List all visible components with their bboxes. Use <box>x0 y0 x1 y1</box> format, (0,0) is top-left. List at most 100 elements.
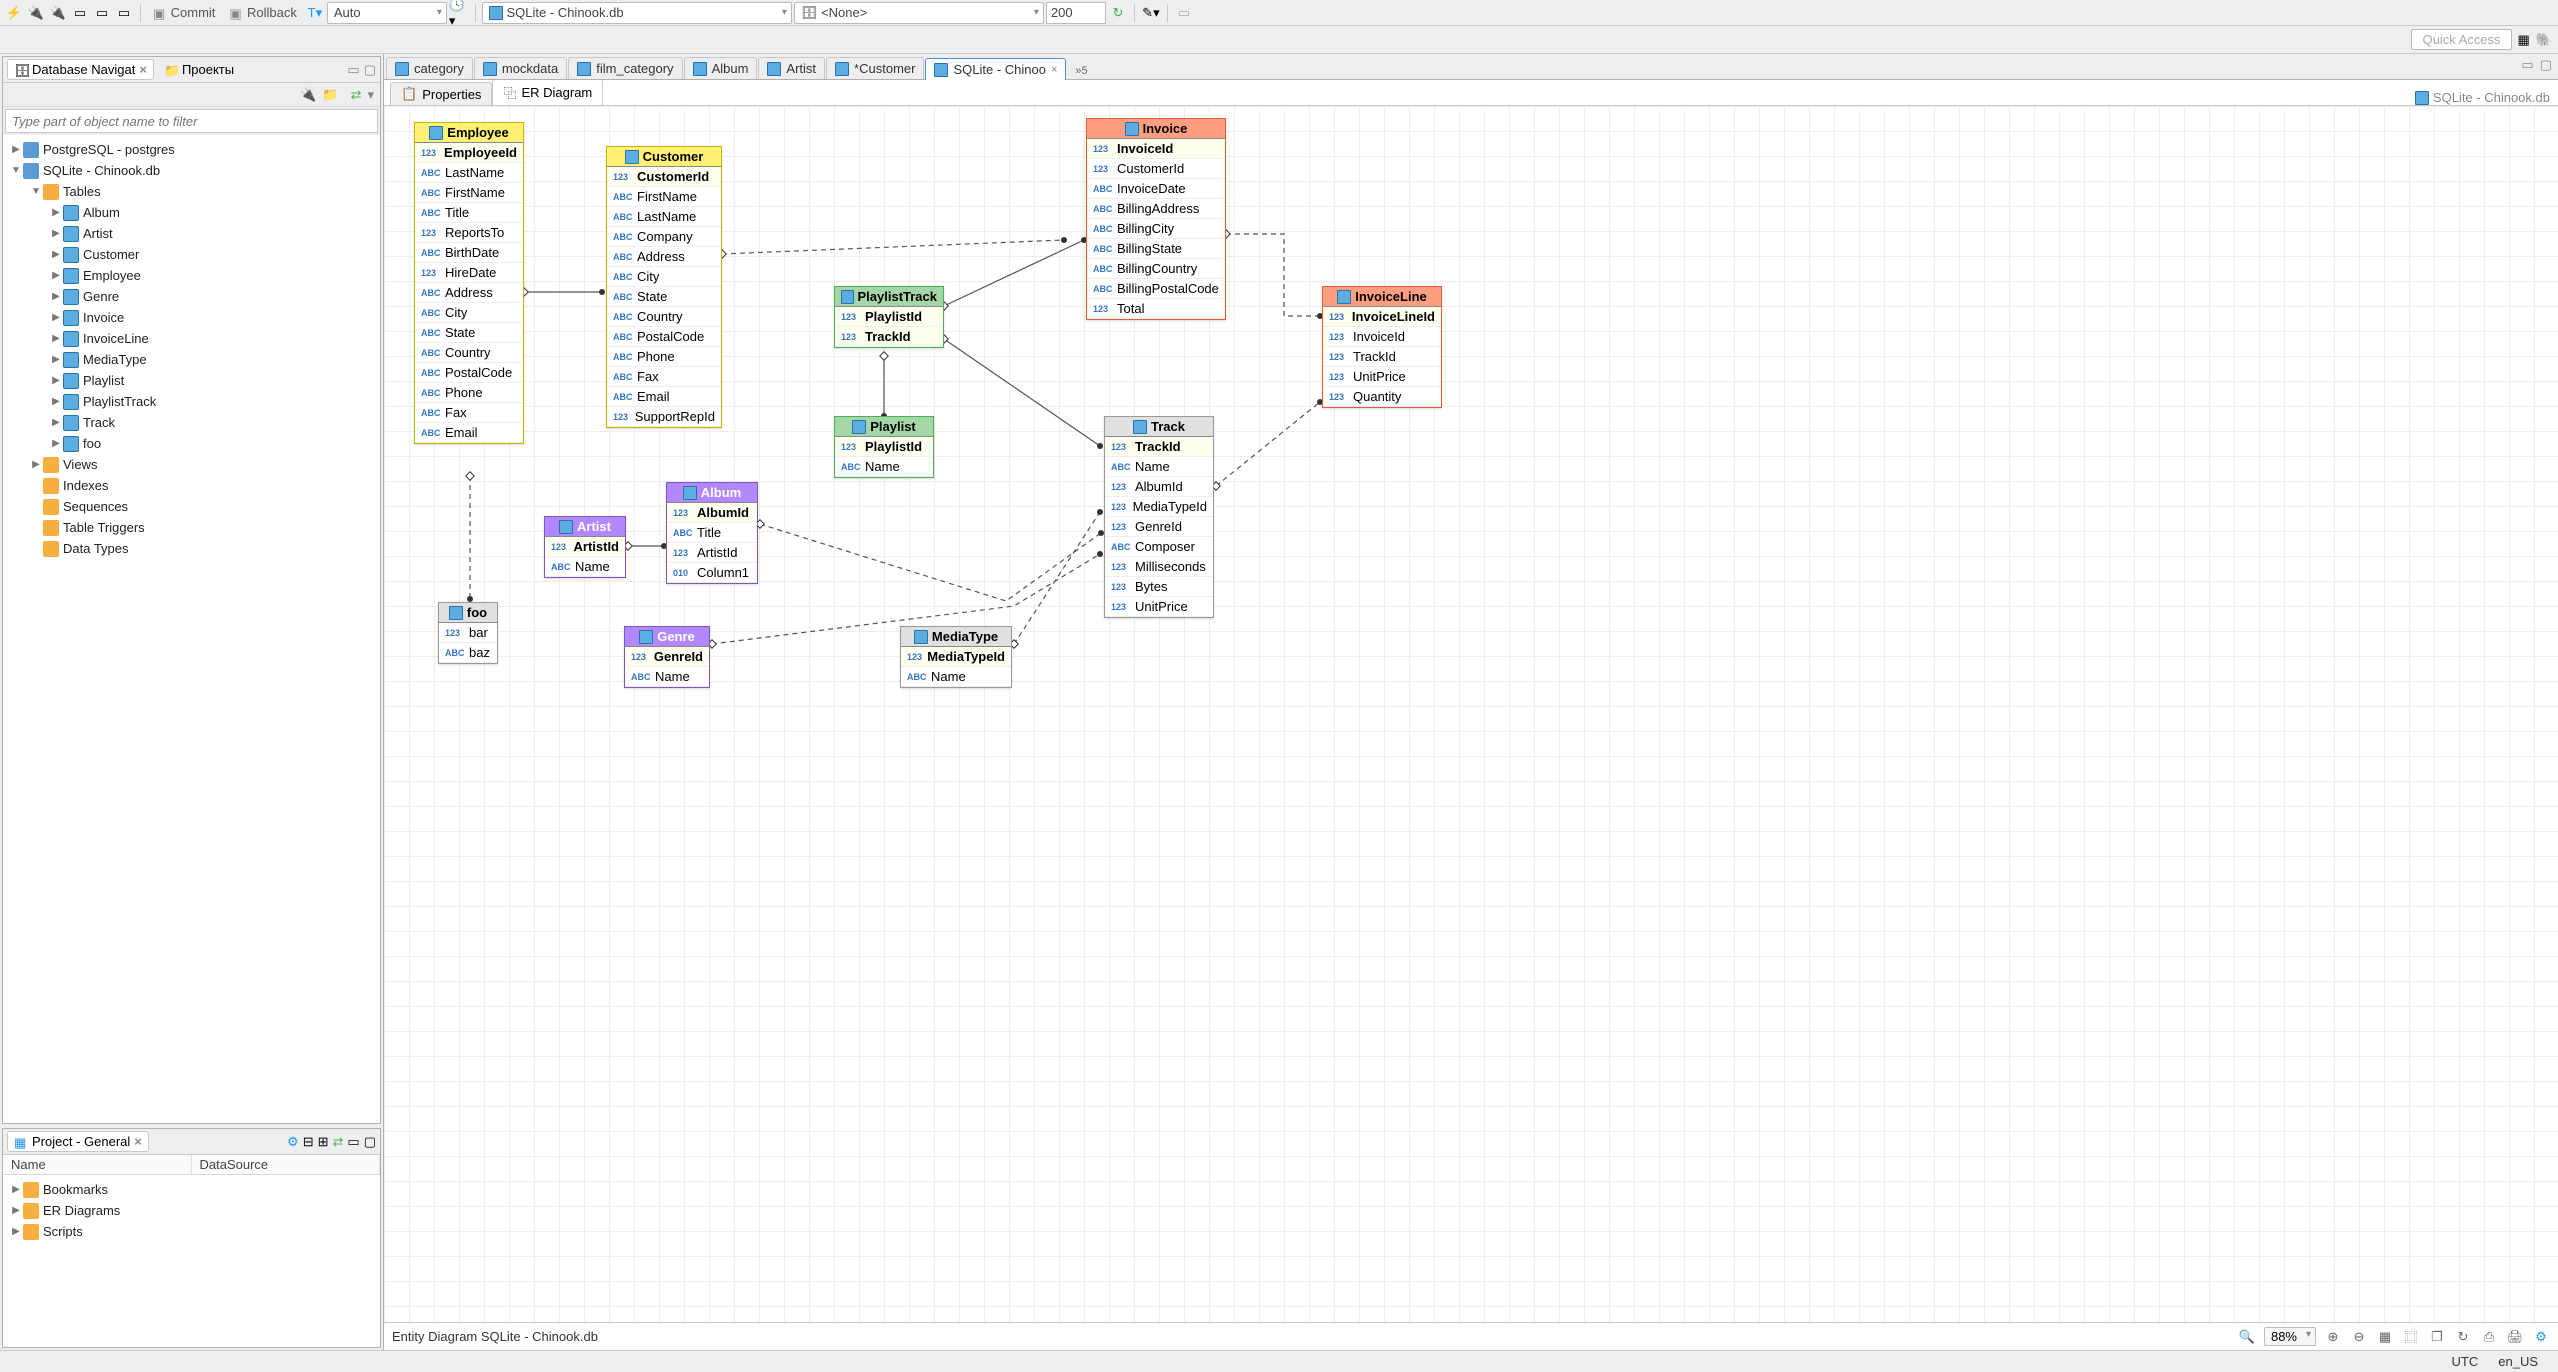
new-connection-icon[interactable]: 🔌 <box>26 3 46 23</box>
column-row[interactable]: 123TrackId <box>1105 437 1213 457</box>
layers-icon[interactable]: ❐ <box>2428 1328 2446 1346</box>
column-row[interactable]: ABCFax <box>607 367 721 387</box>
entity-genre[interactable]: Genre123GenreIdABCName <box>624 626 710 688</box>
tree-row[interactable]: ▶ER Diagrams <box>3 1200 380 1221</box>
schema-combo[interactable]: 🗄 <None> <box>794 2 1044 24</box>
column-row[interactable]: ABCCompany <box>607 227 721 247</box>
nav-arrows-icon[interactable]: ⇄ <box>351 87 362 103</box>
grid-icon[interactable]: ⿴ <box>2402 1328 2420 1346</box>
entity-foo[interactable]: foo123barABCbaz <box>438 602 498 664</box>
twist-icon[interactable]: ▼ <box>29 186 43 197</box>
column-row[interactable]: 123AlbumId <box>1105 477 1213 497</box>
column-row[interactable]: ABCFirstName <box>607 187 721 207</box>
close-icon[interactable]: × <box>139 62 147 77</box>
twist-icon[interactable]: ▶ <box>49 312 63 323</box>
editor-tab[interactable]: film_category <box>568 57 682 79</box>
tree-row[interactable]: ▼SQLite - Chinook.db <box>3 160 380 181</box>
column-row[interactable]: ABCEmail <box>607 387 721 407</box>
twist-icon[interactable]: ▶ <box>49 270 63 281</box>
column-row[interactable]: ABCBirthDate <box>415 243 523 263</box>
column-row[interactable]: ABCLastName <box>607 207 721 227</box>
navigator-tree[interactable]: ▶PostgreSQL - postgres▼SQLite - Chinook.… <box>3 135 380 1123</box>
column-row[interactable]: ABCBillingPostalCode <box>1087 279 1225 299</box>
nav-menu-icon[interactable]: ▾ <box>367 87 374 103</box>
disconnect-icon[interactable]: 🔌 <box>48 3 68 23</box>
twist-icon[interactable]: ▼ <box>9 165 23 176</box>
tree-row[interactable]: ▶InvoiceLine <box>3 328 380 349</box>
tree-row[interactable]: ▼Tables <box>3 181 380 202</box>
entity-header[interactable]: Invoice <box>1087 119 1225 139</box>
column-row[interactable]: ABCState <box>607 287 721 307</box>
column-row[interactable]: 123TrackId <box>1323 347 1441 367</box>
column-row[interactable]: 123Quantity <box>1323 387 1441 407</box>
column-row[interactable]: ABCCountry <box>415 343 523 363</box>
column-row[interactable]: ABCBillingState <box>1087 239 1225 259</box>
twist-icon[interactable]: ▶ <box>49 291 63 302</box>
column-row[interactable]: ABCPhone <box>415 383 523 403</box>
twist-icon[interactable]: ▶ <box>49 396 63 407</box>
twist-icon[interactable]: ▶ <box>9 1184 23 1195</box>
tab-er-diagram[interactable]: ⿻ ER Diagram <box>492 79 603 105</box>
minimize-icon[interactable]: ▭ <box>2521 57 2533 73</box>
tree-row[interactable]: ▶MediaType <box>3 349 380 370</box>
column-row[interactable]: ABCFirstName <box>415 183 523 203</box>
entity-header[interactable]: Customer <box>607 147 721 167</box>
entity-header[interactable]: Track <box>1105 417 1213 437</box>
twist-icon[interactable]: ▶ <box>49 375 63 386</box>
highlight-icon[interactable]: ✎▾ <box>1141 3 1161 23</box>
twist-icon[interactable]: ▶ <box>49 249 63 260</box>
editor-tab[interactable]: SQLite - Chinoo× <box>925 58 1066 80</box>
perspective-other-icon[interactable]: 🐘 <box>2536 32 2552 48</box>
entity-header[interactable]: Employee <box>415 123 523 143</box>
entity-header[interactable]: Artist <box>545 517 625 537</box>
tree-row[interactable]: ▶Genre <box>3 286 380 307</box>
export-icon[interactable]: ⎙ <box>2480 1328 2498 1346</box>
editor-tab[interactable]: Artist <box>758 57 825 79</box>
limit-input[interactable] <box>1046 2 1106 24</box>
column-row[interactable]: 123ArtistId <box>667 543 757 563</box>
twist-icon[interactable]: ▶ <box>49 417 63 428</box>
column-row[interactable]: 123TrackId <box>835 327 943 347</box>
column-row[interactable]: ABCPostalCode <box>607 327 721 347</box>
column-row[interactable]: 123bar <box>439 623 497 643</box>
more-tabs-button[interactable]: »5 <box>1071 63 1091 79</box>
tree-row[interactable]: ▶foo <box>3 433 380 454</box>
maximize-icon[interactable]: ▢ <box>364 62 376 78</box>
entity-header[interactable]: InvoiceLine <box>1323 287 1441 307</box>
column-row[interactable]: 123ArtistId <box>545 537 625 557</box>
column-row[interactable]: 123InvoiceLineId <box>1323 307 1441 327</box>
tree-row[interactable]: ▶PlaylistTrack <box>3 391 380 412</box>
refresh-icon[interactable]: ↻ <box>2454 1328 2472 1346</box>
entity-invoice[interactable]: Invoice123InvoiceId123CustomerIdABCInvoi… <box>1086 118 1226 320</box>
expand-icon[interactable]: ⊞ <box>318 1134 329 1150</box>
twist-icon[interactable]: ▶ <box>49 354 63 365</box>
column-row[interactable]: ABCCountry <box>607 307 721 327</box>
column-row[interactable]: 123PlaylistId <box>835 437 933 457</box>
entity-customer[interactable]: Customer123CustomerIdABCFirstNameABCLast… <box>606 146 722 428</box>
layout-icon[interactable]: ▦ <box>2376 1328 2394 1346</box>
tab-projects[interactable]: 📁 Проекты <box>158 60 240 79</box>
maximize-icon[interactable]: ▢ <box>364 1134 376 1150</box>
maximize-icon[interactable]: ▢ <box>2540 57 2552 73</box>
commit-button[interactable]: ▣ Commit <box>147 3 221 23</box>
editor-tab[interactable]: Album <box>684 57 758 79</box>
sql-new-icon[interactable]: ▭ <box>92 3 112 23</box>
column-row[interactable]: 123UnitPrice <box>1323 367 1441 387</box>
column-row[interactable]: 123InvoiceId <box>1087 139 1225 159</box>
settings-icon[interactable]: ⚙ <box>2532 1328 2550 1346</box>
column-row[interactable]: 123InvoiceId <box>1323 327 1441 347</box>
tree-row[interactable]: Table Triggers <box>3 517 380 538</box>
project-tree[interactable]: ▶Bookmarks▶ER Diagrams▶Scripts <box>3 1175 380 1347</box>
editor-tab[interactable]: mockdata <box>474 57 567 79</box>
column-row[interactable]: ABCName <box>901 667 1011 687</box>
column-row[interactable]: 123HireDate <box>415 263 523 283</box>
zoom-in-icon[interactable]: ⊕ <box>2324 1328 2342 1346</box>
column-row[interactable]: ABCName <box>625 667 709 687</box>
column-row[interactable]: ABCName <box>835 457 933 477</box>
column-row[interactable]: ABCBillingAddress <box>1087 199 1225 219</box>
connect-icon[interactable]: ⚡ <box>4 3 24 23</box>
transaction-icon[interactable]: T▾ <box>305 3 325 23</box>
minimize-icon[interactable]: ▭ <box>347 62 359 78</box>
column-row[interactable]: 123SupportRepId <box>607 407 721 427</box>
column-row[interactable]: 010Column1 <box>667 563 757 583</box>
